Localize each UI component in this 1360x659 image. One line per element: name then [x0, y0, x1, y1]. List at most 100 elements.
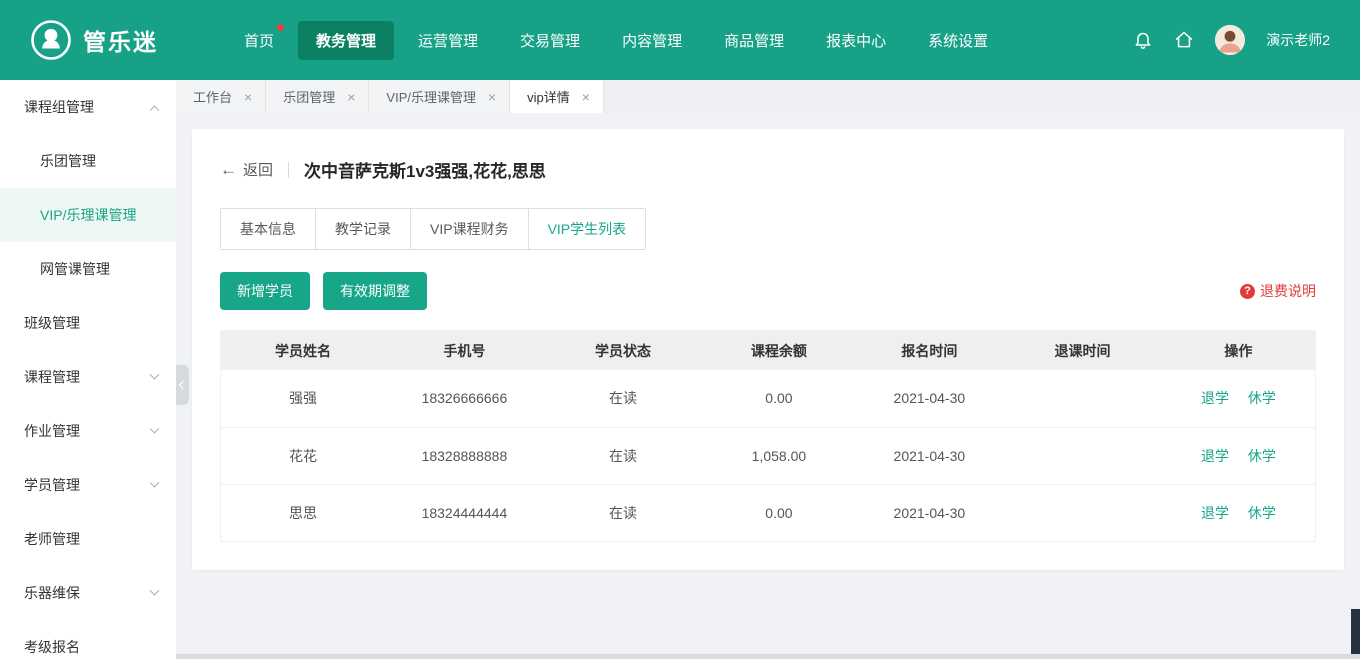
sidebar-item-course-mgmt[interactable]: 课程管理 — [0, 350, 176, 404]
drop-out-link[interactable]: 退学 — [1201, 505, 1229, 521]
col-actions: 操作 — [1162, 331, 1315, 370]
suspend-link[interactable]: 休学 — [1248, 390, 1276, 406]
tab-vip-theory-mgmt[interactable]: VIP/乐理课管理 × — [369, 80, 510, 113]
tab-workbench[interactable]: 工作台 × — [176, 80, 266, 113]
drop-out-link[interactable]: 退学 — [1201, 448, 1229, 464]
nav-item-label: 报表中心 — [826, 33, 886, 50]
drop-out-link[interactable]: 退学 — [1201, 390, 1229, 406]
sidebar-item-exam-registration[interactable]: 考级报名 — [0, 620, 176, 659]
chevron-down-icon — [150, 585, 160, 595]
app-root: 管乐迷 首页 教务管理 运营管理 交易管理 内容管理 商品管理 报表 — [0, 0, 1360, 659]
sidebar-item-student-mgmt[interactable]: 学员管理 — [0, 458, 176, 512]
actions-row: 新增学员 有效期调整 ? 退费说明 — [220, 272, 1316, 310]
sidebar-item-label: 老师管理 — [24, 529, 80, 549]
sidebar-collapse-handle[interactable] — [176, 365, 189, 405]
back-row: ← 返回 次中音萨克斯1v3强强,花花,思思 — [220, 157, 1316, 182]
horizontal-scrollbar[interactable] — [0, 654, 1360, 659]
sidebar-item-class-mgmt[interactable]: 班级管理 — [0, 296, 176, 350]
tab-label: 教学记录 — [335, 221, 391, 237]
cell-balance: 0.00 — [702, 370, 855, 427]
main-area: 工作台 × 乐团管理 × VIP/乐理课管理 × vip详情 × — [176, 80, 1360, 659]
sidebar: 课程组管理 乐团管理 VIP/乐理课管理 网管课管理 班级管理 课程管理 作业管… — [0, 80, 176, 659]
cell-phone: 18324444444 — [385, 484, 544, 541]
user-avatar[interactable] — [1215, 25, 1245, 55]
topnav-right: 演示老师2 — [1133, 25, 1330, 55]
sidebar-item-vip-theory-mgmt[interactable]: VIP/乐理课管理 — [0, 188, 176, 242]
cell-student-name: 思思 — [221, 484, 385, 541]
open-tabs-bar: 工作台 × 乐团管理 × VIP/乐理课管理 × vip详情 × — [176, 80, 1360, 113]
app-logo[interactable]: 管乐迷 — [30, 19, 178, 61]
nav-item-label: 交易管理 — [520, 33, 580, 50]
sidebar-item-label: 乐团管理 — [40, 151, 96, 171]
col-status: 学员状态 — [544, 331, 703, 370]
nav-item-operations[interactable]: 运营管理 — [400, 21, 496, 60]
suspend-link[interactable]: 休学 — [1248, 448, 1276, 464]
tab-teaching-records[interactable]: 教学记录 — [316, 209, 411, 249]
home-icon[interactable] — [1174, 30, 1194, 50]
tab-vip-course-finance[interactable]: VIP课程财务 — [411, 209, 529, 249]
user-name[interactable]: 演示老师2 — [1266, 30, 1330, 50]
cell-actions: 退学 休学 — [1162, 427, 1315, 484]
refund-note-link[interactable]: ? 退费说明 — [1240, 281, 1316, 301]
tab-basic-info[interactable]: 基本信息 — [221, 209, 316, 249]
bell-icon[interactable] — [1133, 30, 1153, 50]
cell-enroll-date: 2021-04-30 — [856, 370, 1004, 427]
add-student-button[interactable]: 新增学员 — [220, 272, 310, 310]
validity-adjust-button[interactable]: 有效期调整 — [323, 272, 427, 310]
cell-balance: 1,058.00 — [702, 427, 855, 484]
close-icon[interactable]: × — [582, 90, 590, 104]
cell-status: 在读 — [544, 370, 703, 427]
close-icon[interactable]: × — [347, 90, 355, 104]
nav-item-edu-admin[interactable]: 教务管理 — [298, 21, 394, 60]
cell-student-name: 强强 — [221, 370, 385, 427]
close-icon[interactable]: × — [244, 90, 252, 104]
tab-orchestra-mgmt[interactable]: 乐团管理 × — [266, 80, 369, 113]
cell-quit-date — [1003, 427, 1162, 484]
page-content: ← 返回 次中音萨克斯1v3强强,花花,思思 基本信息 教学记录 — [176, 113, 1360, 659]
logo-icon — [30, 19, 72, 61]
table-row: 花花 18328888888 在读 1,058.00 2021-04-30 退学… — [221, 427, 1315, 484]
nav-item-label: 运营管理 — [418, 33, 478, 50]
student-table: 学员姓名 手机号 学员状态 课程余额 报名时间 退课时间 操作 — [220, 330, 1316, 542]
cell-phone: 18328888888 — [385, 427, 544, 484]
tab-label: VIP学生列表 — [548, 221, 627, 237]
close-icon[interactable]: × — [488, 90, 496, 104]
nav-item-home[interactable]: 首页 — [226, 21, 292, 60]
sidebar-item-label: VIP/乐理课管理 — [40, 205, 136, 225]
tab-label: VIP课程财务 — [430, 221, 509, 237]
nav-item-transactions[interactable]: 交易管理 — [502, 21, 598, 60]
sidebar-item-instrument-maintenance[interactable]: 乐器维保 — [0, 566, 176, 620]
suspend-link[interactable]: 休学 — [1248, 505, 1276, 521]
sidebar-item-teacher-mgmt[interactable]: 老师管理 — [0, 512, 176, 566]
nav-item-content[interactable]: 内容管理 — [604, 21, 700, 60]
sidebar-item-label: 考级报名 — [24, 637, 80, 657]
cell-status: 在读 — [544, 484, 703, 541]
sidebar-item-orchestra-mgmt[interactable]: 乐团管理 — [0, 134, 176, 188]
sidebar-item-course-groups[interactable]: 课程组管理 — [0, 80, 176, 134]
sidebar-item-homework-mgmt[interactable]: 作业管理 — [0, 404, 176, 458]
sidebar-item-online-course-mgmt[interactable]: 网管课管理 — [0, 242, 176, 296]
detail-card: ← 返回 次中音萨克斯1v3强强,花花,思思 基本信息 教学记录 — [192, 129, 1344, 570]
vertical-scrollbar-thumb[interactable] — [1351, 609, 1360, 654]
tab-label: VIP/乐理课管理 — [386, 87, 476, 106]
chevron-down-icon — [150, 477, 160, 487]
nav-item-label: 商品管理 — [724, 33, 784, 50]
sidebar-item-label: 乐器维保 — [24, 583, 80, 603]
main-nav: 首页 教务管理 运营管理 交易管理 内容管理 商品管理 报表中心 系统设置 — [226, 21, 1006, 60]
nav-item-products[interactable]: 商品管理 — [706, 21, 802, 60]
nav-item-settings[interactable]: 系统设置 — [910, 21, 1006, 60]
sidebar-item-label: 网管课管理 — [40, 259, 110, 279]
tab-vip-student-list[interactable]: VIP学生列表 — [529, 209, 646, 249]
nav-item-label: 内容管理 — [622, 33, 682, 50]
refund-note-label: 退费说明 — [1260, 281, 1316, 301]
sidebar-item-label: 学员管理 — [24, 475, 80, 495]
back-button[interactable]: ← 返回 — [220, 159, 273, 180]
tab-vip-detail[interactable]: vip详情 × — [510, 80, 604, 113]
chevron-down-icon — [150, 423, 160, 433]
notification-dot — [277, 24, 284, 31]
sidebar-item-label: 课程组管理 — [24, 97, 94, 117]
cell-balance: 0.00 — [702, 484, 855, 541]
tab-label: 工作台 — [193, 87, 232, 106]
nav-item-reports[interactable]: 报表中心 — [808, 21, 904, 60]
top-navbar: 管乐迷 首页 教务管理 运营管理 交易管理 内容管理 商品管理 报表 — [0, 0, 1360, 80]
